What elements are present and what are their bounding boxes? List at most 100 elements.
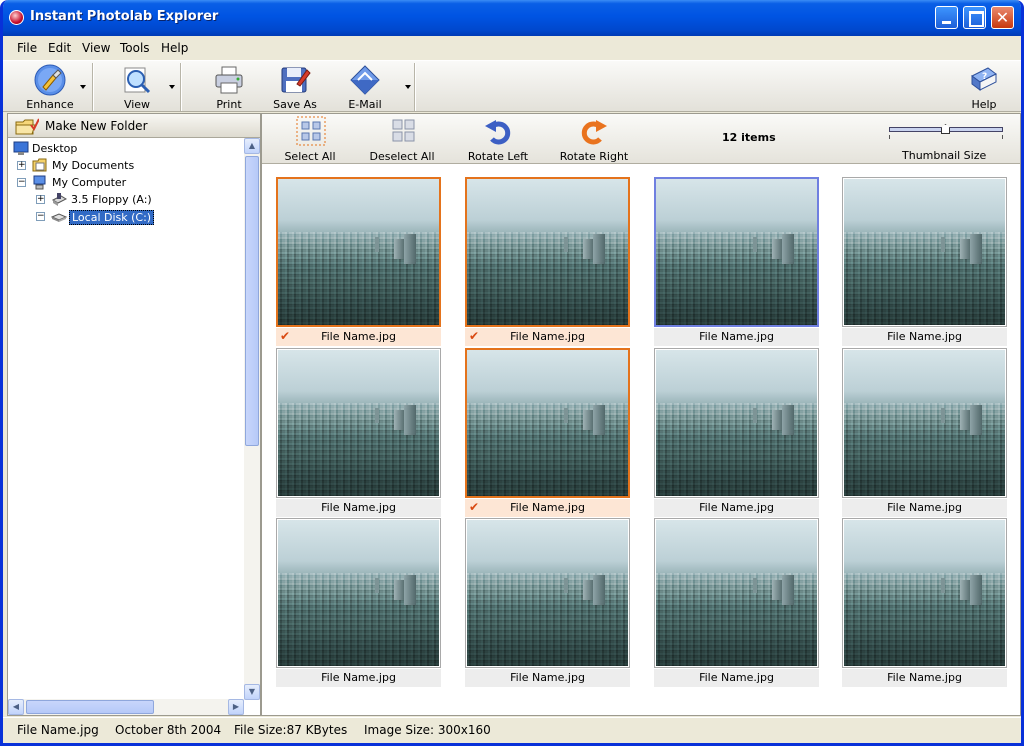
thumbnail-caption: File Name.jpg xyxy=(654,328,819,346)
print-label: Print xyxy=(216,98,242,111)
status-file-name: File Name.jpg xyxy=(17,723,99,737)
maximize-button[interactable] xyxy=(963,6,986,29)
deselect-all-button[interactable]: Deselect All xyxy=(364,114,440,164)
thumbnail-item[interactable]: ✔ File Name.jpg xyxy=(276,177,441,347)
thumbnail-frame[interactable] xyxy=(276,177,441,327)
thumbnail-frame[interactable] xyxy=(654,177,819,327)
thumbnail-filename: File Name.jpg xyxy=(321,330,396,343)
help-button[interactable]: ? Help xyxy=(958,61,1010,113)
city-photo xyxy=(656,350,817,496)
select-all-button[interactable]: Select All xyxy=(276,114,344,164)
status-bar: File Name.jpg October 8th 2004 File Size… xyxy=(3,717,1021,743)
tree-horizontal-scrollbar[interactable]: ◀ ▶ xyxy=(8,699,244,715)
expand-toggle[interactable]: + xyxy=(17,161,26,170)
thumbnail-filename: File Name.jpg xyxy=(699,501,774,514)
deselect-all-label: Deselect All xyxy=(369,150,435,163)
thumbnail-item[interactable]: File Name.jpg xyxy=(654,518,819,688)
collapse-toggle[interactable]: − xyxy=(36,212,45,221)
thumbnail-item[interactable]: File Name.jpg xyxy=(654,177,819,347)
thumbnail-caption: ✔ File Name.jpg xyxy=(465,499,630,517)
app-window: Instant Photolab Explorer ✕ File Edit Vi… xyxy=(0,0,1024,746)
save-as-label: Save As xyxy=(273,98,317,111)
status-file-size: File Size:87 KBytes xyxy=(234,723,348,737)
select-all-label: Select All xyxy=(284,150,336,163)
print-button[interactable]: Print xyxy=(199,61,259,113)
thumbnail-size-slider-thumb[interactable] xyxy=(941,124,950,134)
menu-edit[interactable]: Edit xyxy=(48,41,71,55)
thumbnail-item[interactable]: ✔ File Name.jpg xyxy=(465,177,630,347)
thumbnail-filename: File Name.jpg xyxy=(887,501,962,514)
scroll-down-button[interactable]: ▼ xyxy=(244,684,260,700)
scroll-thumb[interactable] xyxy=(26,700,154,714)
thumbnail-item[interactable]: File Name.jpg xyxy=(654,348,819,518)
thumbnail-frame[interactable] xyxy=(842,348,1007,498)
thumbnail-frame[interactable] xyxy=(654,348,819,498)
menu-help[interactable]: Help xyxy=(161,41,188,55)
city-photo xyxy=(844,350,1005,496)
thumbnail-frame[interactable] xyxy=(842,177,1007,327)
thumbnail-frame[interactable] xyxy=(465,348,630,498)
tree-item-label: 3.5 Floppy (A:) xyxy=(71,193,152,206)
menu-tools[interactable]: Tools xyxy=(120,41,150,55)
view-button[interactable]: View xyxy=(103,61,175,113)
view-dropdown-arrow[interactable] xyxy=(169,85,175,89)
menu-file[interactable]: File xyxy=(17,41,37,55)
status-image-size: Image Size: 300x160 xyxy=(364,723,491,737)
enhance-dropdown-arrow[interactable] xyxy=(80,85,86,89)
thumbnail-item[interactable]: File Name.jpg xyxy=(842,518,1007,688)
email-label: E-Mail xyxy=(348,98,382,111)
close-button[interactable]: ✕ xyxy=(991,6,1014,29)
expand-toggle[interactable]: + xyxy=(36,195,45,204)
scroll-right-button[interactable]: ▶ xyxy=(228,699,244,715)
thumbnail-filename: File Name.jpg xyxy=(699,671,774,684)
minimize-button[interactable] xyxy=(935,6,958,29)
thumbnail-item[interactable]: File Name.jpg xyxy=(465,518,630,688)
enhance-button[interactable]: Enhance xyxy=(13,61,87,113)
checkmark-icon: ✔ xyxy=(469,329,480,343)
menu-bar: File Edit View Tools Help xyxy=(3,36,1021,60)
help-label: Help xyxy=(971,98,997,111)
thumbnail-panel: Select All Deselect All Rotate Left Rota… xyxy=(261,113,1021,716)
tree-vertical-scrollbar[interactable]: ▲ ▼ xyxy=(244,138,260,700)
thumbnail-frame[interactable] xyxy=(654,518,819,668)
thumbnail-item[interactable]: File Name.jpg xyxy=(842,348,1007,518)
thumbnail-frame[interactable] xyxy=(465,518,630,668)
city-photo xyxy=(656,179,817,325)
toolbar-separator xyxy=(92,63,94,111)
scroll-thumb[interactable] xyxy=(245,156,259,446)
thumbnail-frame[interactable] xyxy=(276,518,441,668)
collapse-toggle[interactable]: − xyxy=(17,178,26,187)
rotate-right-icon xyxy=(581,120,607,145)
save-as-button[interactable]: Save As xyxy=(265,61,325,113)
email-dropdown-arrow[interactable] xyxy=(405,85,411,89)
make-new-folder-button[interactable]: Make New Folder xyxy=(8,114,260,138)
thumbnail-item[interactable]: File Name.jpg xyxy=(276,348,441,518)
app-icon xyxy=(9,10,24,25)
thumbnail-item[interactable]: ✔ File Name.jpg xyxy=(465,348,630,518)
thumbnail-item[interactable]: File Name.jpg xyxy=(842,177,1007,347)
rotate-right-button[interactable]: Rotate Right xyxy=(556,114,632,164)
city-photo xyxy=(467,179,628,325)
enhance-brush-icon xyxy=(34,64,66,96)
rotate-left-icon xyxy=(485,120,511,145)
thumbnail-item[interactable]: File Name.jpg xyxy=(276,518,441,688)
thumbnail-frame[interactable] xyxy=(465,177,630,327)
email-button[interactable]: E-Mail xyxy=(335,61,411,113)
save-disk-icon xyxy=(281,67,311,93)
title-bar[interactable]: Instant Photolab Explorer ✕ xyxy=(3,0,1021,36)
scroll-left-button[interactable]: ◀ xyxy=(8,699,24,715)
thumbnail-filename: File Name.jpg xyxy=(887,330,962,343)
city-photo xyxy=(467,350,628,496)
thumbnail-caption: ✔ File Name.jpg xyxy=(465,328,630,346)
deselect-all-icon xyxy=(392,119,415,142)
thumbnail-frame[interactable] xyxy=(276,348,441,498)
thumbnail-frame[interactable] xyxy=(842,518,1007,668)
scroll-up-button[interactable]: ▲ xyxy=(244,138,260,154)
menu-view[interactable]: View xyxy=(82,41,110,55)
rotate-left-button[interactable]: Rotate Left xyxy=(462,114,534,164)
thumbnail-caption: File Name.jpg xyxy=(654,499,819,517)
thumbnail-filename: File Name.jpg xyxy=(510,501,585,514)
thumbnail-size-label: Thumbnail Size xyxy=(902,149,987,162)
tree-item-label: Local Disk (C:) xyxy=(69,210,155,225)
thumbnail-filename: File Name.jpg xyxy=(510,330,585,343)
